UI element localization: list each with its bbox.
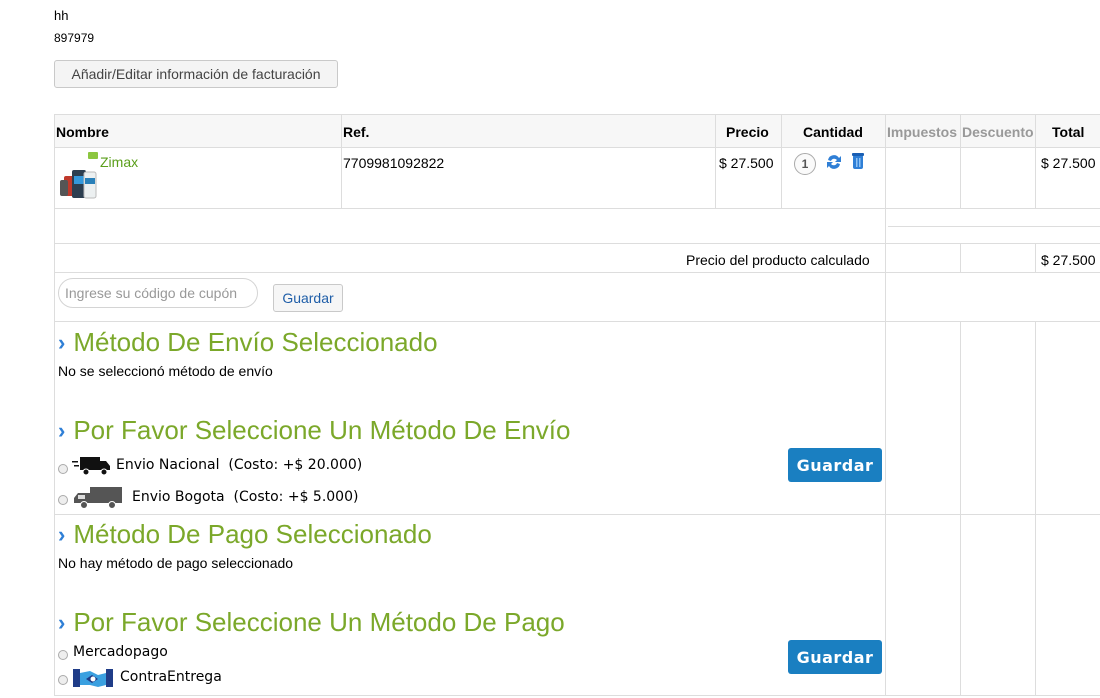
shipping-selected-text: No se seleccionó método de envío bbox=[58, 363, 273, 379]
truck-icon bbox=[72, 455, 112, 477]
header-quantity: Cantidad bbox=[803, 124, 863, 140]
shipping-save-button[interactable]: Guardar bbox=[788, 448, 882, 482]
radio-envio-bogota[interactable] bbox=[58, 495, 68, 505]
delete-icon[interactable] bbox=[851, 152, 865, 170]
header-taxes: Impuestos bbox=[887, 124, 958, 140]
header-discount: Descuento bbox=[962, 124, 1034, 140]
chevron-right-icon: › bbox=[58, 329, 66, 355]
coupon-input[interactable] bbox=[58, 278, 258, 308]
shipping-option-nacional[interactable]: Envio Nacional (Costo: +$ 20.000) bbox=[116, 457, 362, 473]
payment-selected-heading: › Método De Pago Seleccionado bbox=[58, 519, 432, 549]
handshake-icon bbox=[72, 665, 114, 693]
payment-select-heading: › Por Favor Seleccione Un Método De Pago bbox=[58, 607, 565, 637]
product-price: $ 27.500 bbox=[719, 155, 774, 171]
subtotal-label: Precio del producto calculado bbox=[686, 252, 870, 268]
product-thumbnail[interactable] bbox=[58, 150, 100, 202]
shipping-select-heading: › Por Favor Seleccione Un Método De Enví… bbox=[58, 415, 571, 445]
shipping-selected-heading: › Método De Envío Seleccionado bbox=[58, 327, 438, 357]
product-total: $ 27.500 bbox=[1041, 155, 1096, 171]
chevron-right-icon: › bbox=[58, 609, 66, 635]
header-price: Precio bbox=[726, 124, 769, 140]
edit-billing-button[interactable]: Añadir/Editar información de facturación bbox=[54, 60, 338, 88]
payment-selected-text: No hay método de pago seleccionado bbox=[58, 555, 294, 571]
payment-save-button[interactable]: Guardar bbox=[788, 640, 882, 674]
customer-phone: 897979 bbox=[54, 31, 95, 45]
shipping-option-bogota[interactable]: Envio Bogota (Costo: +$ 5.000) bbox=[132, 489, 358, 505]
chevron-right-icon: › bbox=[58, 417, 66, 443]
coupon-save-button[interactable]: Guardar bbox=[273, 284, 343, 312]
product-ref: 7709981092822 bbox=[343, 155, 445, 171]
radio-contraentrega[interactable] bbox=[58, 675, 68, 685]
delivery-truck-icon bbox=[72, 485, 124, 511]
radio-mercadopago[interactable] bbox=[58, 650, 68, 660]
payment-option-mercadopago[interactable]: Mercadopago bbox=[73, 644, 168, 660]
header-total: Total bbox=[1052, 124, 1085, 140]
product-name-link[interactable]: Zimax bbox=[100, 154, 138, 170]
payment-option-contraentrega[interactable]: ContraEntrega bbox=[120, 669, 222, 685]
header-name: Nombre bbox=[56, 124, 109, 140]
refresh-icon[interactable] bbox=[824, 152, 844, 172]
subtotal-value: $ 27.500 bbox=[1041, 252, 1096, 268]
chevron-right-icon: › bbox=[58, 521, 66, 547]
header-ref: Ref. bbox=[343, 124, 370, 140]
customer-name: hh bbox=[54, 8, 69, 23]
cart-table: Nombre Ref. Precio Cantidad Impuestos De… bbox=[54, 114, 1100, 696]
radio-envio-nacional[interactable] bbox=[58, 464, 68, 474]
quantity-field[interactable]: 1 bbox=[794, 153, 816, 175]
